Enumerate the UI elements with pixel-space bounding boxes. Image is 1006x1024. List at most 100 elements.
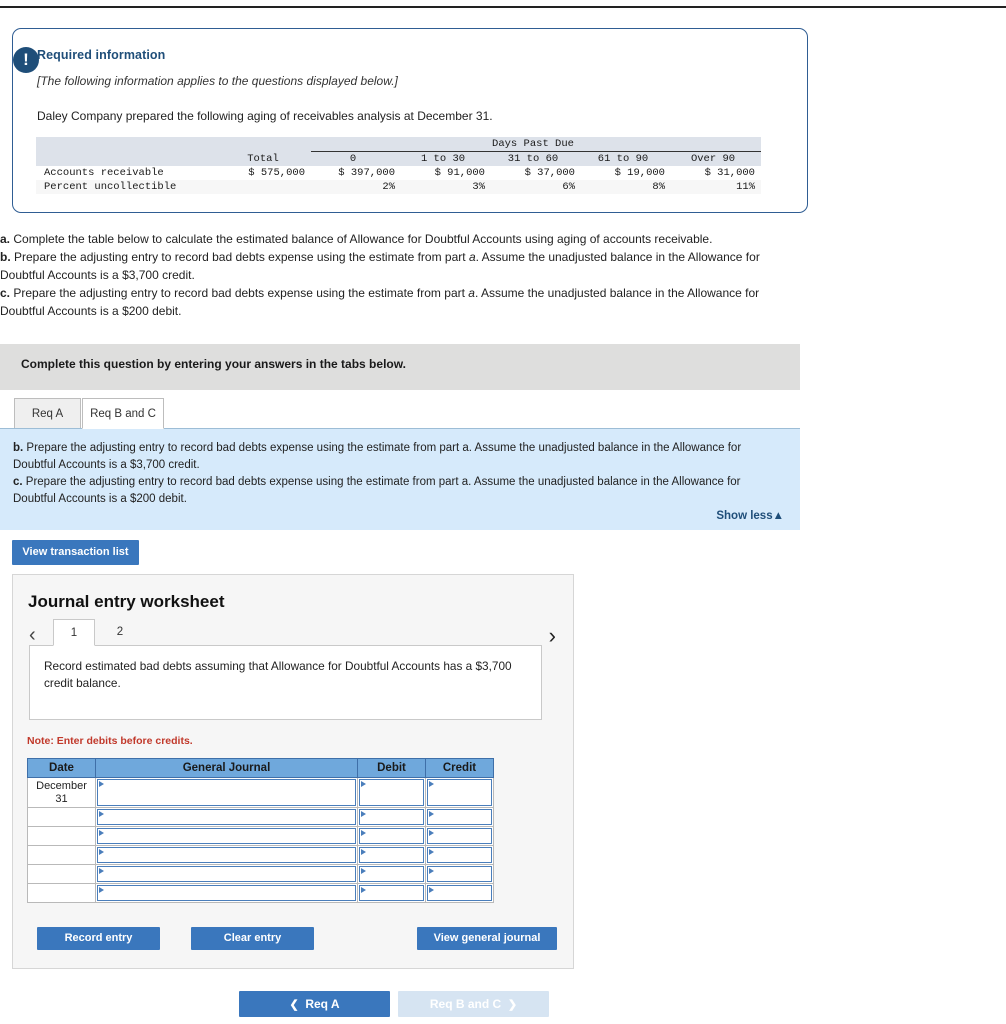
pager-next-label: Req B and C xyxy=(429,997,502,1011)
part-a-text: Complete the table below to calculate th… xyxy=(10,232,713,246)
journal-account-cell-1[interactable] xyxy=(95,777,358,808)
chevron-right-icon: ❯ xyxy=(507,999,518,1011)
debits-before-credits-note: Note: Enter debits before credits. xyxy=(27,735,193,747)
view-general-journal-button[interactable]: View general journal xyxy=(417,927,557,950)
table-row: December 31 xyxy=(27,777,494,808)
requirement-tabs: Req A Req B and C xyxy=(0,398,800,429)
tab-req-a[interactable]: Req A xyxy=(14,398,81,429)
credit-input-4[interactable] xyxy=(427,847,492,863)
journal-credit-cell-6[interactable] xyxy=(425,883,494,903)
instruction-bar: Complete this question by entering your … xyxy=(0,344,800,390)
credit-input-5[interactable] xyxy=(427,866,492,882)
tab-req-b-and-c[interactable]: Req B and C xyxy=(82,398,164,429)
journal-date-cell-2[interactable] xyxy=(27,807,96,827)
journal-date-cell-1[interactable]: December 31 xyxy=(27,777,96,808)
table-row: Accounts receivable $ 575,000 $ 397,000 … xyxy=(36,166,761,180)
worksheet-tab-1[interactable]: 1 xyxy=(53,619,95,646)
show-less-link[interactable]: Show less▲ xyxy=(716,510,784,522)
aging-lead-text: Daley Company prepared the following agi… xyxy=(37,109,493,123)
journal-header-row: Date General Journal Debit Credit xyxy=(27,758,494,778)
record-entry-button[interactable]: Record entry xyxy=(37,927,160,950)
journal-account-cell-6[interactable] xyxy=(95,883,358,903)
debit-input-5[interactable] xyxy=(359,866,424,882)
show-less-label: Show less xyxy=(716,510,773,522)
panel-c-text: Prepare the adjusting entry to record ba… xyxy=(13,476,741,505)
journal-account-cell-3[interactable] xyxy=(95,826,358,846)
journal-debit-cell-3[interactable] xyxy=(357,826,426,846)
exclamation-icon: ! xyxy=(13,47,39,73)
aging-col-blank xyxy=(36,152,221,167)
journal-entry-worksheet-panel: Journal entry worksheet ‹ › 1 2 Record e… xyxy=(12,574,574,969)
requirement-description-text: b. Prepare the adjusting entry to record… xyxy=(13,440,783,508)
journal-credit-cell-2[interactable] xyxy=(425,807,494,827)
part-b-italic: a xyxy=(468,250,476,264)
journal-credit-cell-5[interactable] xyxy=(425,864,494,884)
debit-input-3[interactable] xyxy=(359,828,424,844)
account-dropdown-4[interactable] xyxy=(97,847,356,863)
table-row xyxy=(27,826,494,846)
pager-next-req-b-and-c-button[interactable]: Req B and C ❯ xyxy=(398,991,549,1017)
journal-account-cell-2[interactable] xyxy=(95,807,358,827)
ar-total: $ 575,000 xyxy=(248,167,305,179)
aging-col-0: 0 xyxy=(349,153,357,165)
question-parts-text: a. Complete the table below to calculate… xyxy=(0,230,800,320)
journal-debit-cell-1[interactable] xyxy=(357,777,426,808)
chevron-left-icon[interactable]: ‹ xyxy=(29,625,36,645)
credit-input-3[interactable] xyxy=(427,828,492,844)
part-c-text-1: Prepare the adjusting entry to record ba… xyxy=(10,286,469,300)
panel-b-text: Prepare the adjusting entry to record ba… xyxy=(13,442,742,471)
pct-total xyxy=(221,180,311,194)
worksheet-tab-2[interactable]: 2 xyxy=(99,619,141,646)
journal-account-cell-5[interactable] xyxy=(95,864,358,884)
credit-input-2[interactable] xyxy=(427,809,492,825)
journal-debit-cell-6[interactable] xyxy=(357,883,426,903)
journal-col-date: Date xyxy=(27,758,96,778)
debit-input-2[interactable] xyxy=(359,809,424,825)
table-row xyxy=(27,864,494,884)
chevron-right-icon[interactable]: › xyxy=(549,625,556,647)
journal-account-cell-4[interactable] xyxy=(95,845,358,865)
journal-credit-cell-1[interactable] xyxy=(425,777,494,808)
debit-input-4[interactable] xyxy=(359,847,424,863)
account-dropdown-3[interactable] xyxy=(97,828,356,844)
journal-credit-cell-3[interactable] xyxy=(425,826,494,846)
account-dropdown-5[interactable] xyxy=(97,866,356,882)
journal-date-cell-3[interactable] xyxy=(27,826,96,846)
part-c-italic: a xyxy=(468,286,475,300)
journal-debit-cell-2[interactable] xyxy=(357,807,426,827)
caret-up-icon: ▲ xyxy=(772,510,784,522)
requirement-description-panel: b. Prepare the adjusting entry to record… xyxy=(0,428,800,530)
journal-credit-cell-4[interactable] xyxy=(425,845,494,865)
row-label-accounts-receivable: Accounts receivable xyxy=(44,167,164,179)
part-a-label: a. xyxy=(0,232,11,246)
pager-prev-req-a-button[interactable]: ❮ Req A xyxy=(239,991,390,1017)
journal-debit-cell-4[interactable] xyxy=(357,845,426,865)
pct-1-to-30: 3% xyxy=(472,181,485,193)
debit-input-1[interactable] xyxy=(359,779,424,806)
journal-date-cell-6[interactable] xyxy=(27,883,96,903)
worksheet-prompt-box: Record estimated bad debts assuming that… xyxy=(29,645,542,720)
journal-date-cell-5[interactable] xyxy=(27,864,96,884)
required-information-card: ! Required information [The following in… xyxy=(12,28,808,213)
credit-input-1[interactable] xyxy=(427,779,492,806)
account-dropdown-1[interactable] xyxy=(97,779,356,806)
view-transaction-list-button[interactable]: View transaction list xyxy=(12,540,139,565)
journal-date-cell-4[interactable] xyxy=(27,845,96,865)
pct-31-to-60: 6% xyxy=(562,181,575,193)
journal-debit-cell-5[interactable] xyxy=(357,864,426,884)
account-dropdown-6[interactable] xyxy=(97,885,356,901)
page-top-rule xyxy=(0,6,1006,8)
aging-col-61-to-90: 61 to 90 xyxy=(597,153,649,165)
applies-note: [The following information applies to th… xyxy=(37,74,398,88)
journal-col-general-journal: General Journal xyxy=(95,758,358,778)
instruction-bar-text: Complete this question by entering your … xyxy=(21,357,406,371)
question-page: ! Required information [The following in… xyxy=(0,0,1006,1024)
account-dropdown-2[interactable] xyxy=(97,809,356,825)
ar-0: $ 397,000 xyxy=(338,167,395,179)
aging-col-1-to-30: 1 to 30 xyxy=(420,153,466,165)
table-row xyxy=(27,807,494,827)
clear-entry-button[interactable]: Clear entry xyxy=(191,927,314,950)
debit-input-6[interactable] xyxy=(359,885,424,901)
journal-entry-table: Date General Journal Debit Credit Decemb… xyxy=(27,758,494,903)
credit-input-6[interactable] xyxy=(427,885,492,901)
